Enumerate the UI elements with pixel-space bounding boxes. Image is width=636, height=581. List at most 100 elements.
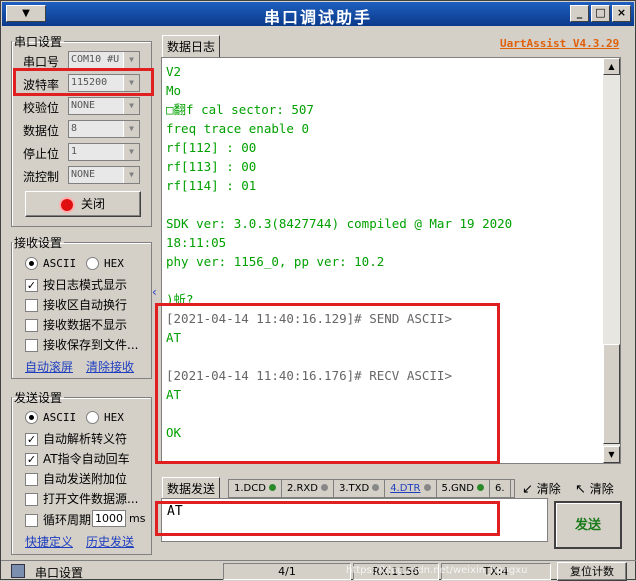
checkbox-empty-icon: [25, 299, 38, 312]
auto-wrap-checkbox[interactable]: 接收区自动换行: [25, 296, 127, 313]
close-window-button[interactable]: ×: [612, 5, 631, 22]
arrow-icon: ↙: [522, 482, 533, 497]
tab-data-log[interactable]: 数据日志: [162, 35, 221, 58]
window-title: 串口调试助手: [263, 8, 372, 27]
pin-led-icon: [268, 484, 276, 491]
checkbox-empty-icon: [25, 339, 38, 352]
stopbits-select[interactable]: 1 ▼: [68, 143, 140, 161]
pin-led-icon: [476, 484, 484, 491]
clear-recv-link[interactable]: 清除接收: [86, 358, 134, 375]
checkbox-empty-icon: [25, 493, 38, 506]
pin-led-icon: [320, 484, 328, 491]
loop-period-checkbox[interactable]: 循环周期: [25, 511, 91, 528]
append-bit-checkbox[interactable]: 自动发送附加位: [25, 470, 127, 487]
chevron-down-icon: ▼: [123, 121, 139, 137]
radio-off-icon: [86, 257, 99, 270]
status-page: 4/1: [223, 563, 351, 580]
send-settings-legend: 发送设置: [14, 391, 63, 405]
minimize-button[interactable]: _: [570, 5, 589, 22]
reset-counter-button[interactable]: 复位计数: [557, 562, 627, 581]
log-line: Mo: [166, 83, 182, 98]
clear-recv-button[interactable]: ↙ 清除: [522, 480, 561, 497]
log-line: freq trace enable 0: [166, 121, 309, 136]
send-ascii-radio[interactable]: ASCII: [25, 410, 76, 424]
log-line: rf[112] : 00: [166, 140, 257, 155]
chevron-down-icon: ▼: [123, 167, 139, 183]
parity-select[interactable]: NONE ▼: [68, 97, 140, 115]
highlight-input-box: [155, 501, 500, 536]
log-scrollbar[interactable]: ▲ ▼: [603, 58, 620, 463]
serial-settings-legend: 串口设置: [14, 35, 63, 49]
brand-link[interactable]: UartAssist V4.3.29: [500, 37, 619, 50]
radio-on-icon: [25, 257, 38, 270]
pin-gnd: 5.GND: [437, 480, 490, 497]
close-port-label: 关闭: [80, 197, 105, 211]
checkbox-empty-icon: [25, 319, 38, 332]
tab-data-send[interactable]: 数据发送: [162, 477, 221, 499]
databits-select[interactable]: 8 ▼: [68, 120, 140, 138]
close-port-button[interactable]: 关闭: [25, 191, 141, 217]
send-hex-radio[interactable]: HEX: [86, 410, 124, 424]
clear-send-button[interactable]: ↖ 清除: [575, 480, 614, 497]
period-unit: ms: [129, 512, 146, 525]
maximize-button[interactable]: □: [591, 5, 610, 22]
checkbox-empty-icon: [25, 473, 38, 486]
pin-rxd: 2.RXD: [282, 480, 334, 497]
port-select[interactable]: COM10 #U ▼: [68, 51, 140, 69]
recv-hex-radio[interactable]: HEX: [86, 256, 124, 270]
log-line: V2: [166, 64, 182, 79]
flow-label: 流控制: [23, 170, 60, 184]
radio-on-icon: [25, 411, 38, 424]
status-bar: 串口设置 4/1 RX:1156 TX:4 复位计数 https://blog.…: [1, 560, 636, 581]
collapse-panel-icon[interactable]: ‹: [152, 285, 157, 299]
check-icon: ✓: [25, 279, 38, 292]
led-red-icon: [60, 198, 73, 211]
checkbox-empty-icon: [25, 514, 38, 527]
pin-led-icon: [423, 484, 431, 491]
databits-label: 数据位: [23, 124, 60, 138]
scroll-up-icon[interactable]: ▲: [603, 58, 620, 75]
file-source-checkbox[interactable]: 打开文件数据源...: [25, 490, 138, 507]
scroll-thumb[interactable]: [603, 344, 620, 444]
chevron-down-icon: ▼: [123, 144, 139, 160]
at-enter-checkbox[interactable]: ✓ AT指令自动回车: [25, 450, 130, 467]
recv-ascii-radio[interactable]: ASCII: [25, 256, 76, 270]
title-bar[interactable]: ▼ 串口调试助手 _ □ ×: [2, 2, 634, 27]
arrow-icon: ↖: [575, 482, 586, 497]
watermark-text: https://blog.csdn.net/weixin_hongxu: [346, 565, 528, 576]
escape-parse-checkbox[interactable]: ✓ 自动解析转义符: [25, 430, 127, 447]
log-line: SDK ver: 3.0.3(8427744) compiled @ Mar 1…: [166, 216, 513, 231]
log-line: 18:11:05: [166, 235, 227, 250]
radio-off-icon: [86, 411, 99, 424]
stopbits-label: 停止位: [23, 147, 60, 161]
send-button[interactable]: 发送: [554, 501, 622, 549]
check-icon: ✓: [25, 433, 38, 446]
highlight-baud-box: [13, 68, 154, 96]
log-line: rf[113] : 00: [166, 159, 257, 174]
pin-txd: 3.TXD: [334, 480, 386, 497]
log-mode-checkbox[interactable]: ✓ 按日志模式显示: [25, 276, 127, 293]
settings-icon: [11, 564, 25, 578]
pin-dcd: 1.DCD: [229, 480, 282, 497]
log-line: rf[114] : 01: [166, 178, 257, 193]
parity-label: 校验位: [23, 101, 60, 115]
recv-settings-legend: 接收设置: [14, 236, 63, 250]
pin-6: 6.: [490, 480, 511, 497]
log-line: phy ver: 1156_0, pp ver: 10.2: [166, 254, 385, 269]
pin-dtr[interactable]: 4.DTR: [385, 480, 437, 497]
flow-select[interactable]: NONE ▼: [68, 166, 140, 184]
chevron-down-icon: ▼: [123, 52, 139, 68]
send-history-link[interactable]: 历史发送: [86, 533, 134, 550]
quick-define-link[interactable]: 快捷定义: [25, 533, 73, 550]
main-window: ▼ 串口调试助手 _ □ × 串口设置 串口号 COM10 #U ▼ 波特率 11…: [0, 0, 636, 581]
chevron-down-icon: ▼: [123, 98, 139, 114]
pin-led-icon: [372, 484, 380, 491]
auto-scroll-link[interactable]: 自动滚屏: [25, 358, 73, 375]
hide-data-checkbox[interactable]: 接收数据不显示: [25, 316, 127, 333]
check-icon: ✓: [25, 453, 38, 466]
period-input[interactable]: 1000: [92, 510, 126, 527]
save-file-checkbox[interactable]: 接收保存到文件...: [25, 336, 138, 353]
scroll-down-icon[interactable]: ▼: [603, 446, 620, 463]
